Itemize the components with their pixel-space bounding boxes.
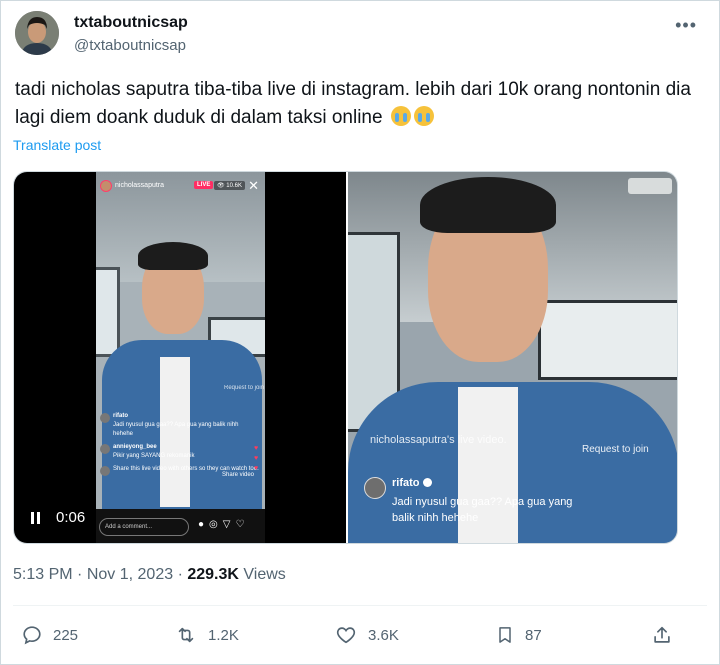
reply-icon xyxy=(23,626,41,645)
request-to-join-label: Request to join xyxy=(582,444,649,455)
ig-comments: rifato Jadi nyusul gua gaa?? Apa gua yang… xyxy=(100,412,260,478)
ig-live-badge: LIVE xyxy=(194,181,214,189)
author-handle[interactable]: @txtaboutnicsap xyxy=(74,37,186,54)
author-avatar[interactable] xyxy=(15,11,59,55)
like-count: 3.6K xyxy=(368,626,399,644)
share-icon xyxy=(654,626,670,643)
comment-text: Jadi nyusul gua gaa?? Apa gua yang balik… xyxy=(392,496,573,524)
ig-avatar xyxy=(100,180,112,192)
person-hair xyxy=(138,242,208,270)
tweet-card: txtaboutnicsap @txtaboutnicsap ••• tadi … xyxy=(0,0,720,665)
ig-comment-user: annieyong_bee xyxy=(113,444,157,450)
tweet-text: tadi nicholas saputra tiba-tiba live di … xyxy=(15,76,705,132)
repost-icon xyxy=(178,627,194,643)
ig-share-label: Share video xyxy=(222,472,255,478)
commenter-name: rifato xyxy=(392,477,432,489)
bookmark-count: 87 xyxy=(525,626,542,644)
car-window-left xyxy=(96,267,120,357)
commenter-username: rifato xyxy=(392,477,420,489)
tweet-date[interactable]: Nov 1, 2023 xyxy=(87,566,173,583)
car-light xyxy=(628,178,672,194)
ig-action-icons: ●◎▽♡ xyxy=(198,519,250,530)
views-label: Views xyxy=(243,566,286,583)
tweet-time[interactable]: 5:13 PM xyxy=(13,566,73,583)
media-gallery: nicholassaputra LIVE 👁 10.6K ✕ Request t… xyxy=(13,171,678,544)
live-overlay-text: nicholassaputra's live video. xyxy=(370,434,507,446)
ig-username: nicholassaputra xyxy=(115,182,165,189)
author-name[interactable]: txtaboutnicsap xyxy=(74,14,188,32)
person-hair xyxy=(420,177,556,233)
pause-icon[interactable] xyxy=(31,510,43,527)
reply-count: 225 xyxy=(53,626,79,644)
heart-icon xyxy=(336,627,356,644)
commenter-avatar xyxy=(364,477,386,499)
action-bar: 225 1.2K 3.6K 87 xyxy=(1,621,720,651)
ig-bottom-bar: Add a comment... ●◎▽♡ xyxy=(96,509,265,543)
ig-viewer-count: 👁 10.6K xyxy=(214,181,245,190)
crying-face-icon xyxy=(390,106,411,126)
ig-comment-text: Pikir yang SAYANG rekomanik xyxy=(113,453,195,459)
divider xyxy=(13,605,707,606)
repost-count: 1.2K xyxy=(208,626,239,644)
ig-live-screenshot: nicholassaputra LIVE 👁 10.6K ✕ Request t… xyxy=(96,172,265,543)
close-icon: ✕ xyxy=(248,178,259,193)
tweet-body: tadi nicholas saputra tiba-tiba live di … xyxy=(15,79,691,128)
photo[interactable]: nicholassaputra's live video. Request to… xyxy=(348,172,677,543)
ig-request-to-join: Request to join xyxy=(224,385,265,391)
bookmark-button[interactable]: 87 xyxy=(495,621,542,649)
verified-icon xyxy=(422,478,432,487)
car-window-rear xyxy=(538,300,677,380)
ig-viewer-count-value: 10.6K xyxy=(226,183,242,189)
ig-comment-user: rifato xyxy=(113,413,128,419)
share-button[interactable] xyxy=(651,621,683,649)
crying-face-icon xyxy=(413,106,434,126)
heart-icon: ♥ ♥ ♥ xyxy=(254,445,259,472)
ig-comment-text: Jadi nyusul gua gaa?? Apa gua yang balik… xyxy=(113,422,239,437)
translate-post-link[interactable]: Translate post xyxy=(13,137,101,153)
ig-comment: annieyong_bee Pikir yang SAYANG rekomanik xyxy=(100,443,260,461)
reply-button[interactable]: 225 xyxy=(21,621,78,649)
tweet-meta: 5:13 PM · Nov 1, 2023 · 229.3K Views xyxy=(13,566,286,584)
like-button[interactable]: 3.6K xyxy=(334,621,399,649)
meta-separator: · xyxy=(77,566,83,583)
meta-separator: · xyxy=(177,566,183,583)
bookmark-icon xyxy=(499,627,511,643)
more-options-icon[interactable]: ••• xyxy=(675,15,697,36)
views-count: 229.3K xyxy=(187,566,239,583)
ig-live-header: nicholassaputra LIVE 👁 10.6K ✕ xyxy=(100,178,261,196)
ig-comment: rifato Jadi nyusul gua gaa?? Apa gua yang… xyxy=(100,412,260,439)
repost-button[interactable]: 1.2K xyxy=(174,621,239,649)
video-elapsed-time: 0:06 xyxy=(56,509,86,526)
video-player[interactable]: nicholassaputra LIVE 👁 10.6K ✕ Request t… xyxy=(14,172,346,543)
ig-comment-input: Add a comment... xyxy=(99,518,189,536)
